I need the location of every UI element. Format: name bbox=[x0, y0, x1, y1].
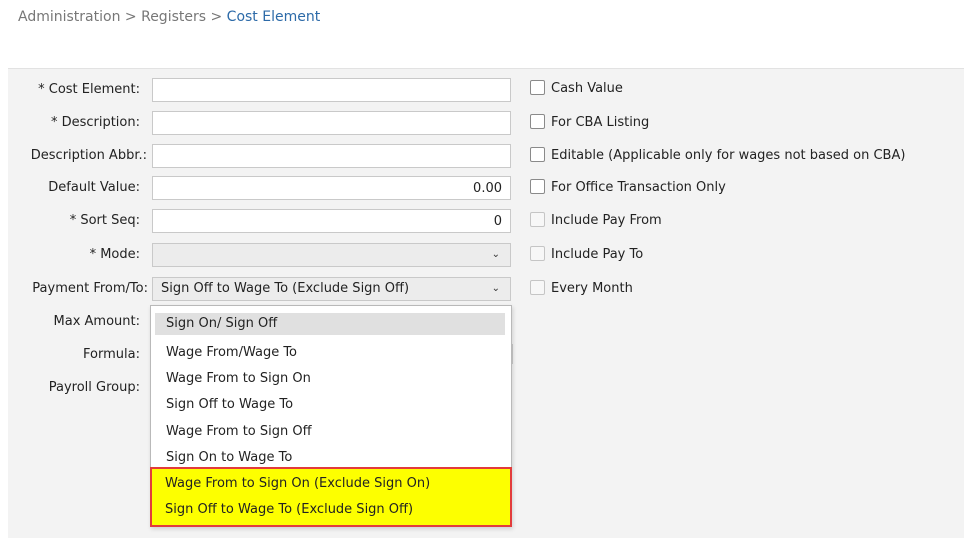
formula-label: Formula: bbox=[83, 347, 140, 362]
dropdown-option[interactable]: Wage From to Sign On bbox=[166, 368, 311, 390]
cash-value-checkbox[interactable]: Cash Value bbox=[530, 79, 623, 99]
payment-from-to-select[interactable]: Sign Off to Wage To (Exclude Sign Off) ⌄ bbox=[152, 277, 511, 301]
payment-from-to-value: Sign Off to Wage To (Exclude Sign Off) bbox=[161, 281, 410, 296]
highlighted-options-annotation: Wage From to Sign On (Exclude Sign On) S… bbox=[150, 467, 512, 527]
dropdown-option[interactable]: Wage From to Sign On (Exclude Sign On) bbox=[165, 473, 430, 495]
cost-element-label: * Cost Element: bbox=[38, 82, 140, 97]
payroll-group-label: Payroll Group: bbox=[48, 380, 140, 395]
every-month-checkbox[interactable]: Every Month bbox=[530, 279, 633, 299]
editable-checkbox[interactable]: Editable (Applicable only for wages not … bbox=[530, 146, 905, 166]
checkbox-box[interactable] bbox=[530, 114, 545, 129]
office-only-checkbox[interactable]: For Office Transaction Only bbox=[530, 178, 726, 198]
checkbox-box[interactable] bbox=[530, 246, 545, 261]
max-amount-label: Max Amount: bbox=[53, 314, 140, 329]
payment-from-to-label: Payment From/To: bbox=[32, 281, 148, 296]
include-pay-to-label: Include Pay To bbox=[551, 247, 644, 262]
chevron-down-icon: ⌄ bbox=[491, 283, 500, 294]
description-abbr-input[interactable] bbox=[152, 144, 511, 168]
include-pay-from-checkbox[interactable]: Include Pay From bbox=[530, 211, 662, 231]
checkbox-box[interactable] bbox=[530, 80, 545, 95]
cba-listing-checkbox[interactable]: For CBA Listing bbox=[530, 113, 649, 133]
breadcrumb-administration[interactable]: Administration bbox=[18, 9, 120, 25]
dropdown-option[interactable]: Sign On/ Sign Off bbox=[155, 313, 505, 335]
cash-value-label: Cash Value bbox=[551, 81, 623, 96]
cost-element-input[interactable] bbox=[152, 78, 511, 102]
editable-label: Editable (Applicable only for wages not … bbox=[551, 148, 906, 163]
checkbox-box[interactable] bbox=[530, 280, 545, 295]
sort-seq-label: * Sort Seq: bbox=[69, 213, 140, 228]
cba-listing-label: For CBA Listing bbox=[551, 115, 650, 130]
default-value-input[interactable] bbox=[152, 176, 511, 200]
dropdown-option[interactable]: Sign On to Wage To bbox=[166, 447, 292, 469]
mode-label: * Mode: bbox=[89, 247, 140, 262]
include-pay-from-label: Include Pay From bbox=[551, 213, 662, 228]
description-input[interactable] bbox=[152, 111, 511, 135]
breadcrumb-separator: > bbox=[206, 9, 227, 25]
formula-field-edge bbox=[512, 344, 520, 364]
mode-select[interactable]: ⌄ bbox=[152, 243, 511, 267]
breadcrumb-current: Cost Element bbox=[226, 9, 321, 25]
checkbox-box[interactable] bbox=[530, 147, 545, 162]
include-pay-to-checkbox[interactable]: Include Pay To bbox=[530, 245, 643, 265]
breadcrumb: Administration > Registers > Cost Elemen… bbox=[18, 9, 320, 25]
default-value-label: Default Value: bbox=[48, 180, 140, 195]
dropdown-option[interactable]: Sign Off to Wage To bbox=[166, 394, 293, 416]
checkbox-box[interactable] bbox=[530, 212, 545, 227]
breadcrumb-registers[interactable]: Registers bbox=[141, 9, 206, 25]
description-abbr-label: Description Abbr.: bbox=[30, 148, 147, 163]
dropdown-option[interactable]: Wage From/Wage To bbox=[166, 342, 297, 364]
dropdown-option[interactable]: Wage From to Sign Off bbox=[166, 421, 312, 443]
breadcrumb-separator: > bbox=[120, 9, 142, 25]
chevron-down-icon: ⌄ bbox=[491, 249, 500, 260]
description-label: * Description: bbox=[50, 115, 140, 130]
checkbox-box[interactable] bbox=[530, 179, 545, 194]
office-only-label: For Office Transaction Only bbox=[551, 180, 726, 195]
dropdown-option[interactable]: Sign Off to Wage To (Exclude Sign Off) bbox=[165, 499, 413, 521]
sort-seq-input[interactable] bbox=[152, 209, 511, 233]
every-month-label: Every Month bbox=[551, 281, 633, 296]
